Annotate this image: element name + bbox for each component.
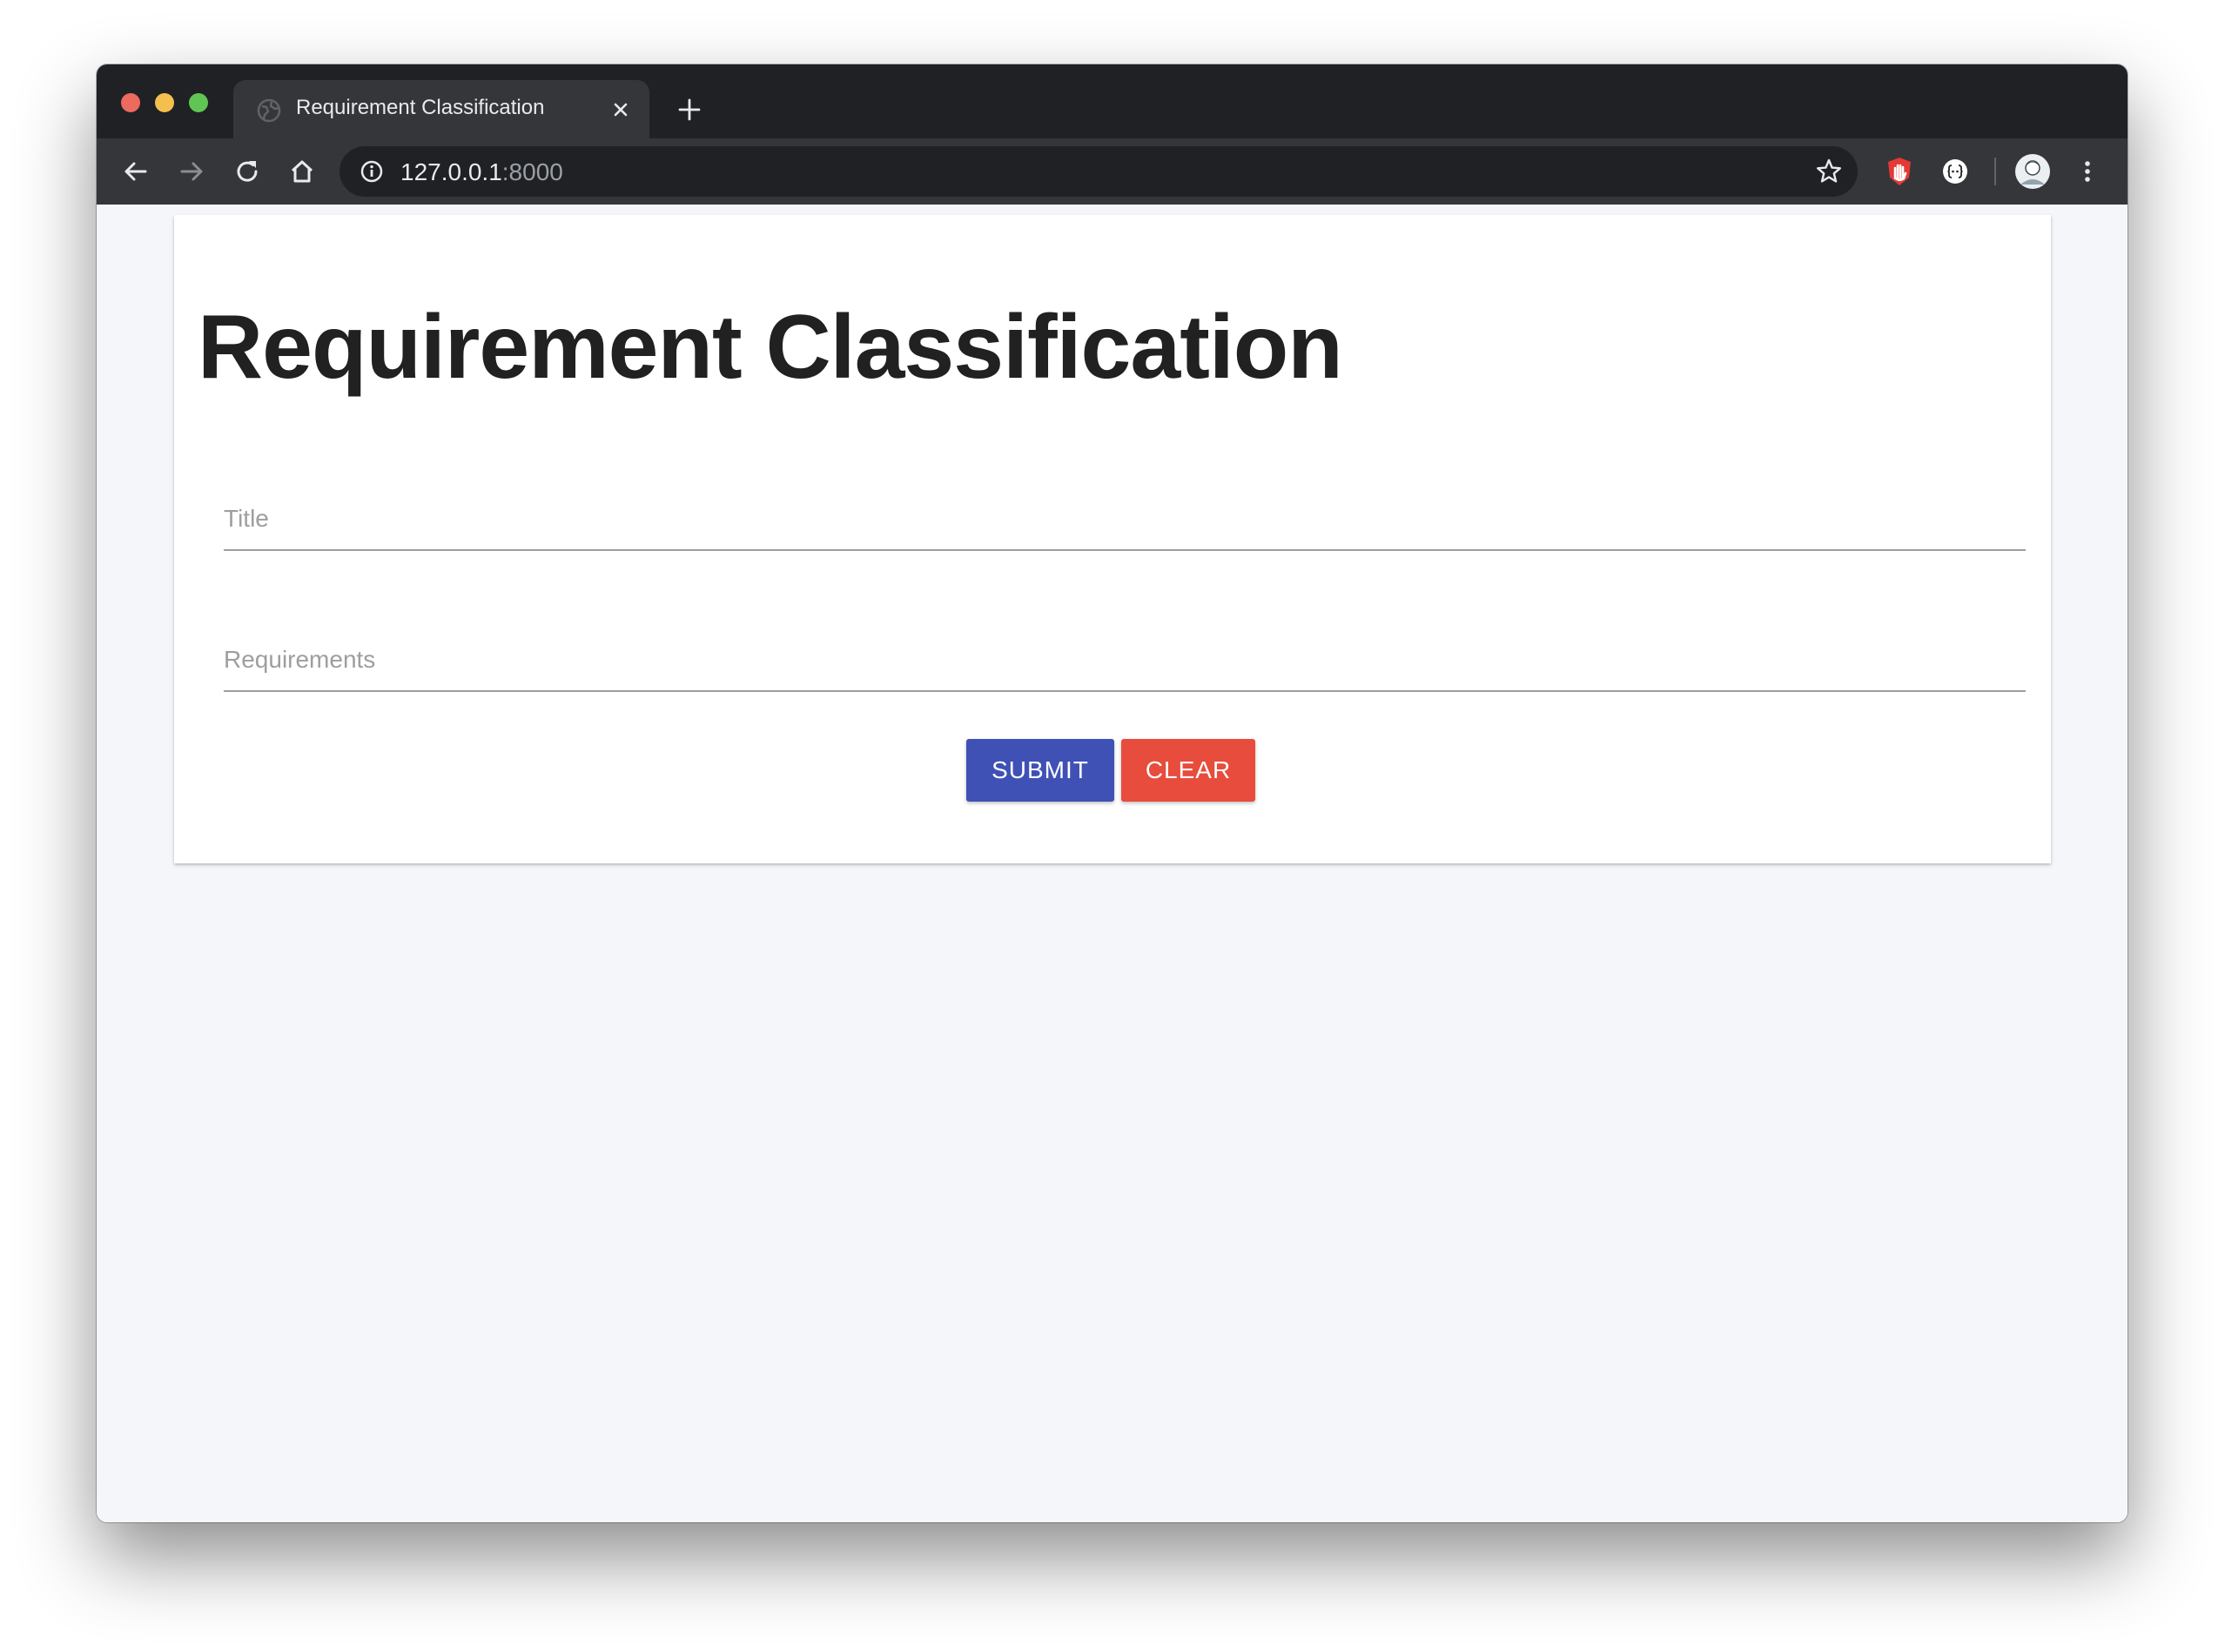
- avatar[interactable]: [2014, 153, 2051, 190]
- url-host: 127.0.0.1: [400, 158, 502, 185]
- arrow-left-icon[interactable]: [119, 155, 152, 188]
- form-card: Requirement Classification SUBMIT CLEAR: [174, 215, 2051, 863]
- reload-icon[interactable]: [231, 155, 264, 188]
- more-vertical-icon[interactable]: [2071, 155, 2104, 188]
- star-icon[interactable]: [1814, 157, 1844, 186]
- home-icon[interactable]: [286, 155, 319, 188]
- requirements-field: [224, 629, 2026, 692]
- browser-window: Requirement Classification 127.0.0.1:800…: [97, 64, 2128, 1522]
- tab-strip: Requirement Classification: [97, 64, 2128, 138]
- hand-stop-icon[interactable]: [1883, 155, 1916, 188]
- arrow-right-icon[interactable]: [175, 155, 208, 188]
- plus-icon[interactable]: [675, 95, 704, 124]
- minimize-window-button[interactable]: [155, 93, 174, 112]
- title-field: [224, 488, 2026, 551]
- close-icon[interactable]: [608, 97, 634, 123]
- page-content: Requirement Classification SUBMIT CLEAR: [97, 205, 2128, 1522]
- info-icon[interactable]: [359, 158, 385, 185]
- url-port: :8000: [501, 158, 563, 185]
- tab-title: Requirement Classification: [296, 96, 545, 119]
- submit-button[interactable]: SUBMIT: [966, 739, 1114, 802]
- close-window-button[interactable]: [121, 93, 140, 112]
- page-title: Requirement Classification: [198, 297, 1343, 398]
- title-input[interactable]: [224, 497, 2026, 541]
- tab-requirement-classification[interactable]: Requirement Classification: [233, 80, 649, 138]
- clear-button[interactable]: CLEAR: [1121, 739, 1255, 802]
- json-braces-icon[interactable]: [1939, 155, 1972, 188]
- toolbar-divider: [1994, 158, 1996, 185]
- url-text[interactable]: 127.0.0.1:8000: [400, 158, 563, 186]
- requirements-input[interactable]: [224, 638, 2026, 682]
- browser-toolbar: 127.0.0.1:8000: [97, 138, 2128, 205]
- maximize-window-button[interactable]: [189, 93, 208, 112]
- globe-icon: [257, 98, 281, 123]
- address-bar[interactable]: 127.0.0.1:8000: [339, 146, 1858, 197]
